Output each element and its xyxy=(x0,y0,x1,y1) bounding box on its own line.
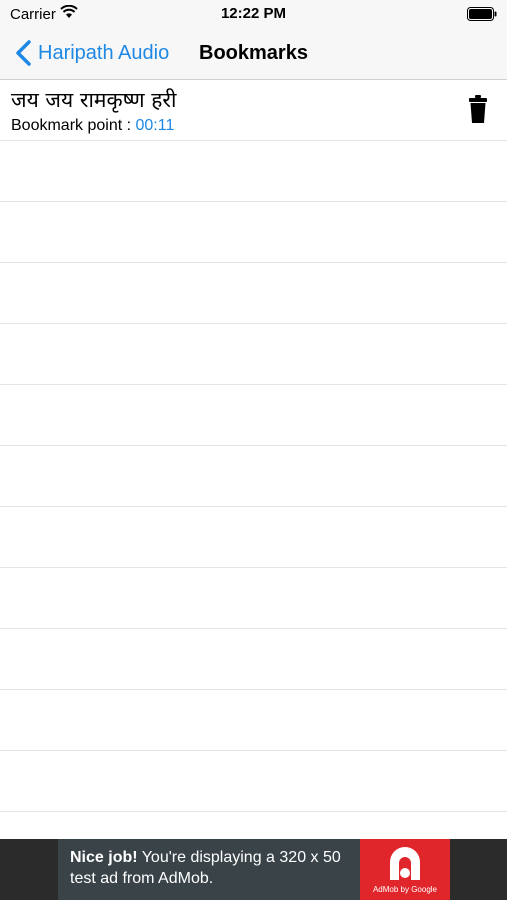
empty-row xyxy=(0,446,507,507)
back-label: Haripath Audio xyxy=(38,41,170,64)
empty-row xyxy=(0,385,507,446)
bookmark-time: 00:11 xyxy=(135,117,175,134)
admob-icon xyxy=(390,847,420,880)
bookmark-point: Bookmark point : 00:11 xyxy=(11,117,174,135)
ad-text[interactable]: Nice job! You're displaying a 320 x 50 t… xyxy=(58,839,360,900)
status-bar: Carrier 12:22 PM xyxy=(0,0,507,28)
empty-row xyxy=(0,202,507,263)
empty-row xyxy=(0,812,507,839)
chevron-left-icon xyxy=(16,40,31,66)
empty-row xyxy=(0,690,507,751)
battery-icon xyxy=(467,7,497,21)
bookmark-list[interactable]: जय जय रामकृष्ण हरी Bookmark point : 00:1… xyxy=(0,80,507,839)
empty-row xyxy=(0,263,507,324)
trash-icon[interactable] xyxy=(469,95,487,123)
bookmark-point-label: Bookmark point : xyxy=(11,117,136,134)
navigation-bar: Haripath Audio Bookmarks xyxy=(0,28,507,80)
ad-banner[interactable]: Nice job! You're displaying a 320 x 50 t… xyxy=(0,839,507,900)
empty-row xyxy=(0,568,507,629)
back-button[interactable]: Haripath Audio xyxy=(14,38,169,68)
clock: 12:22 PM xyxy=(220,5,287,22)
admob-logo[interactable]: AdMob by Google xyxy=(360,839,450,900)
ad-headline: Nice job! xyxy=(70,849,138,866)
ad-logo-caption: AdMob by Google xyxy=(372,885,438,894)
empty-row xyxy=(0,751,507,812)
page-title: Bookmarks xyxy=(199,42,308,64)
empty-row xyxy=(0,629,507,690)
empty-row xyxy=(0,324,507,385)
bookmark-title: जय जय रामकृष्ण हरी xyxy=(11,88,177,112)
bookmark-row[interactable]: जय जय रामकृष्ण हरी Bookmark point : 00:1… xyxy=(0,80,507,141)
empty-row xyxy=(0,141,507,202)
empty-row xyxy=(0,507,507,568)
